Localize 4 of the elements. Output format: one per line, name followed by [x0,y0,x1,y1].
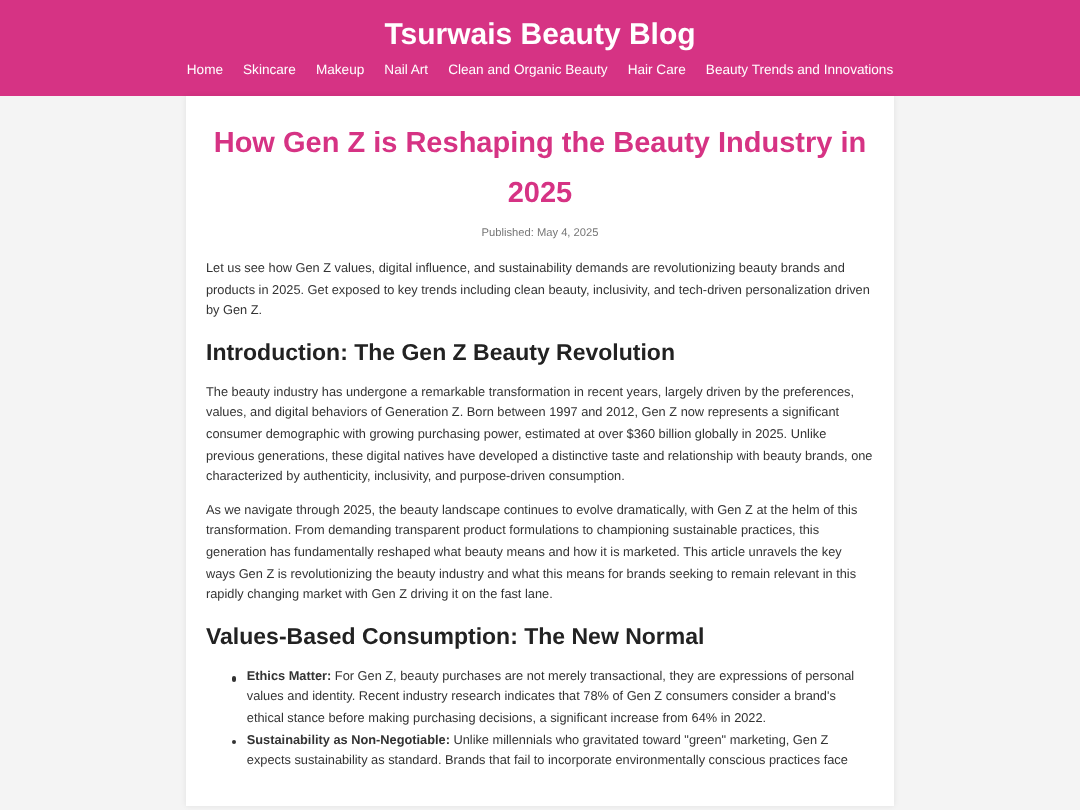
article-title: How Gen Z is Reshaping the Beauty Industry in 2025 [211,126,869,214]
section-heading: Introduction: The Gen Z Beauty Revolution [206,341,677,366]
section-heading: Values-Based Consumption: The New Normal [206,625,707,650]
site-title: Tsurwais Beauty Blog [384,18,696,52]
